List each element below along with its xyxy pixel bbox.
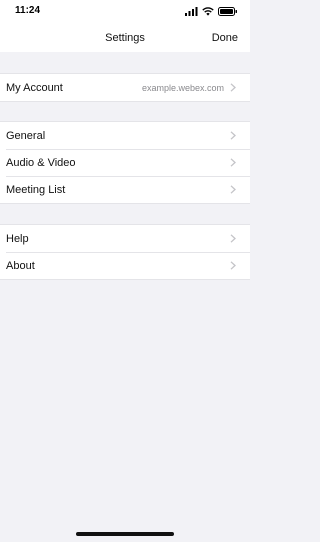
- support-group: Help About: [0, 224, 250, 280]
- chevron-right-icon: [230, 158, 236, 167]
- row-label: Audio & Video: [6, 156, 76, 169]
- settings-row-meeting-list[interactable]: Meeting List: [0, 176, 250, 203]
- status-icons: [185, 6, 238, 16]
- cellular-signal-icon: [185, 6, 198, 16]
- done-button[interactable]: Done: [212, 32, 238, 44]
- battery-icon: [218, 6, 237, 16]
- chevron-right-icon: [230, 83, 236, 92]
- wifi-icon: [202, 6, 214, 16]
- chevron-right-icon: [230, 185, 236, 194]
- status-bar: 11:24: [0, 0, 250, 22]
- settings-row-help[interactable]: Help: [0, 225, 250, 252]
- row-label: Meeting List: [6, 183, 66, 196]
- row-label: My Account: [6, 81, 63, 94]
- row-label: General: [6, 129, 46, 142]
- row-label: About: [6, 259, 35, 272]
- navigation-bar: Settings Done: [0, 22, 250, 52]
- status-time: 11:24: [15, 5, 41, 16]
- chevron-right-icon: [230, 261, 236, 270]
- row-label: Help: [6, 232, 29, 245]
- preferences-group: General Audio & Video Meeting List: [0, 121, 250, 204]
- account-group: My Account example.webex.com: [0, 73, 250, 102]
- settings-row-audio-video[interactable]: Audio & Video: [0, 149, 250, 176]
- settings-row-about[interactable]: About: [0, 252, 250, 279]
- account-site-value: example.webex.com: [141, 82, 224, 93]
- home-indicator[interactable]: [76, 532, 174, 536]
- settings-row-my-account[interactable]: My Account example.webex.com: [0, 74, 250, 101]
- chevron-right-icon: [230, 131, 236, 140]
- settings-row-general[interactable]: General: [0, 122, 250, 149]
- chevron-right-icon: [230, 234, 236, 243]
